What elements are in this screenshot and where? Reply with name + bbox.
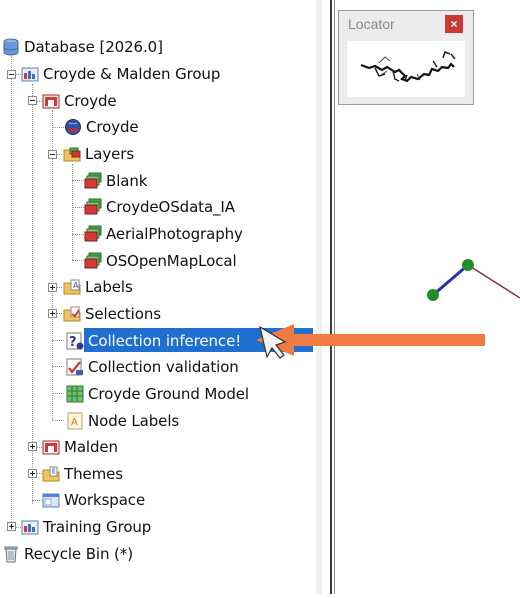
tree-item-label: AerialPhotography — [106, 225, 243, 243]
labels-folder-icon: A — [63, 278, 81, 296]
tree-item-label: Croyde — [86, 118, 139, 136]
tree-item-workspace[interactable]: Workspace — [42, 489, 145, 511]
tree-item-collection-validation[interactable]: Collection validation — [66, 356, 239, 378]
tree-item-layer-croydeosdata[interactable]: CroydeOSdata_IA — [84, 196, 235, 218]
recycle-bin-icon — [2, 545, 20, 563]
tree-line — [72, 207, 84, 208]
tree-item-label: Database [2026.0] — [24, 38, 163, 56]
tree-item-croyde-model[interactable]: Croyde — [42, 90, 117, 112]
model-group-icon — [21, 518, 39, 536]
network-node[interactable] — [427, 289, 439, 301]
tree-item-recycle-bin[interactable]: Recycle Bin (*) — [2, 543, 133, 565]
tree-item-selections[interactable]: Selections — [63, 303, 161, 325]
tree-item-layer-blank[interactable]: Blank — [84, 170, 147, 192]
model-tree-panel: Database [2026.0] Croyde & Malden Group … — [0, 0, 322, 594]
map-border-left — [330, 0, 332, 594]
workspace-icon — [42, 491, 60, 509]
svg-text:?: ? — [69, 335, 77, 350]
tree-line — [32, 500, 42, 501]
inference-icon: ? — [66, 332, 84, 350]
model-network-icon — [42, 92, 60, 110]
tree-item-label: Malden — [64, 438, 118, 456]
annotation-arrow — [256, 324, 485, 359]
tree-item-database[interactable]: Database [2026.0] — [2, 36, 163, 58]
tree-item-label: CroydeOSdata_IA — [106, 198, 235, 216]
tree-line — [32, 84, 33, 504]
tree-item-labels[interactable]: A Labels — [63, 276, 133, 298]
expand-toggle[interactable] — [7, 522, 16, 531]
tree-item-label: Croyde & Malden Group — [43, 65, 221, 83]
tree-item-malden[interactable]: Malden — [42, 436, 118, 458]
tree-item-layers[interactable]: Layers — [63, 143, 134, 165]
network-overview-map — [360, 51, 456, 83]
validation-icon — [66, 358, 84, 376]
tree-line — [52, 127, 64, 128]
svg-text:A: A — [73, 281, 79, 290]
tree-line — [52, 420, 64, 421]
collapse-toggle[interactable] — [28, 96, 37, 105]
collapse-toggle[interactable] — [48, 150, 57, 159]
tree-item-label: Layers — [85, 145, 135, 163]
themes-folder-icon — [42, 465, 60, 483]
tree-item-training-group[interactable]: Training Group — [21, 516, 151, 538]
tree-item-label: Recycle Bin (*) — [24, 545, 133, 563]
tree-line — [52, 366, 64, 367]
ground-model-icon — [66, 385, 84, 403]
tree-line — [72, 164, 73, 260]
pipe-link — [432, 263, 469, 297]
close-button[interactable]: × — [445, 15, 463, 33]
tree-item-themes[interactable]: Themes — [42, 463, 123, 485]
model-network-icon — [42, 438, 60, 456]
layer-icon — [84, 225, 102, 243]
tree-item-collection-inference[interactable]: ? Collection inference! — [66, 330, 241, 352]
tree-item-label: Selections — [85, 305, 161, 323]
layer-icon — [84, 252, 102, 270]
locator-title: Locator — [348, 16, 395, 32]
tree-item-label: Croyde Ground Model — [88, 385, 249, 403]
tree-item-node-labels[interactable]: A Node Labels — [66, 410, 179, 432]
locator-preview[interactable] — [347, 41, 465, 97]
tree-item-layer-aerial[interactable]: AerialPhotography — [84, 223, 243, 245]
locator-window[interactable]: Locator × — [338, 10, 474, 105]
tree-item-label: Training Group — [43, 518, 152, 536]
node-labels-icon: A — [66, 412, 84, 430]
expand-toggle[interactable] — [28, 469, 37, 478]
tree-item-label: Themes — [64, 465, 123, 483]
tree-item-label: Labels — [85, 278, 133, 296]
expand-toggle[interactable] — [28, 442, 37, 451]
network-globe-icon — [64, 118, 82, 136]
tree-item-croyde-network[interactable]: Croyde — [64, 116, 139, 138]
tree-line — [11, 56, 12, 526]
tree-item-label: OSOpenMapLocal — [106, 252, 237, 270]
tree-line — [52, 393, 64, 394]
tree-line — [72, 180, 84, 181]
pipe-link — [467, 264, 520, 299]
tree-item-label: Croyde — [64, 92, 117, 110]
tree-line — [52, 340, 64, 341]
layer-icon — [84, 198, 102, 216]
svg-text:A: A — [71, 417, 78, 428]
expand-toggle[interactable] — [48, 309, 57, 318]
tree-item-label: Blank — [106, 172, 148, 190]
expand-toggle[interactable] — [48, 283, 57, 292]
database-icon — [2, 38, 20, 56]
model-group-icon — [21, 65, 39, 83]
tree-item-label: Collection inference! — [88, 332, 242, 350]
tree-item-croyde-malden-group[interactable]: Croyde & Malden Group — [21, 63, 220, 85]
selections-folder-icon — [63, 305, 81, 323]
tree-item-label: Node Labels — [88, 412, 180, 430]
tree-item-label: Workspace — [64, 491, 146, 509]
layer-icon — [84, 172, 102, 190]
network-node[interactable] — [462, 259, 474, 271]
layers-folder-icon — [63, 145, 81, 163]
tree-item-layer-osopenmap[interactable]: OSOpenMapLocal — [84, 250, 237, 272]
tree-line — [72, 234, 84, 235]
tree-line — [72, 260, 84, 261]
tree-item-ground-model[interactable]: Croyde Ground Model — [66, 383, 249, 405]
pane-gap — [322, 0, 330, 594]
collapse-toggle[interactable] — [7, 70, 16, 79]
tree-item-label: Collection validation — [88, 358, 239, 376]
